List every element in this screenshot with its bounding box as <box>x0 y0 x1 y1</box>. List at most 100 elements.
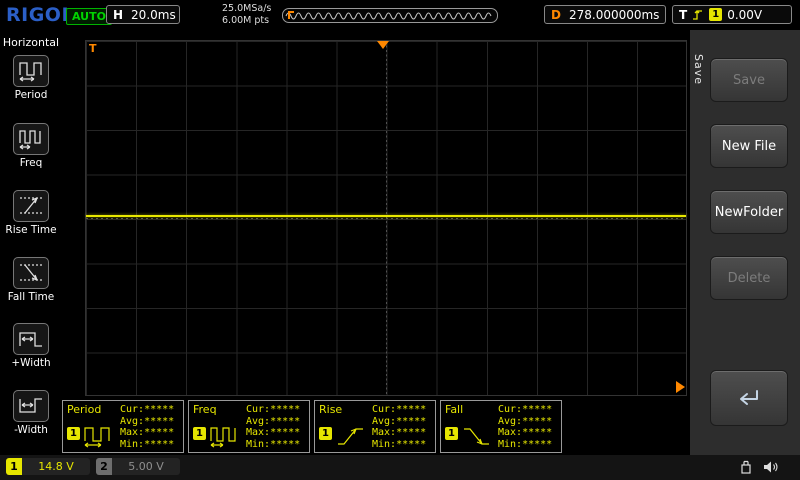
menu-item-plus-width[interactable]: +Width <box>0 323 62 369</box>
period-icon <box>13 55 49 87</box>
rise-wave-icon <box>335 423 369 453</box>
menu-item-label: Period <box>14 89 48 101</box>
preview-trigger-marker-icon <box>288 11 294 19</box>
menu-tab-save: Save <box>692 54 705 86</box>
sample-rate: 25.0MSa/s <box>222 3 272 14</box>
measurement-name: Freq <box>193 403 217 416</box>
menu-item-label: Fall Time <box>7 291 55 303</box>
stat-cur: Cur:***** <box>498 404 553 415</box>
stat-max: Max:***** <box>120 427 175 438</box>
menu-item-freq[interactable]: Freq <box>0 123 62 169</box>
stat-avg: Avg:***** <box>120 415 175 427</box>
channel2-number: 2 <box>96 458 112 475</box>
trigger-box[interactable]: T 1 0.00V <box>672 5 792 24</box>
rise-time-icon <box>13 190 49 222</box>
horizontal-label: H <box>113 7 124 22</box>
plus-width-icon <box>13 323 49 355</box>
timebase-box[interactable]: H 20.0ms <box>106 5 180 24</box>
trigger-level: 0.00V <box>727 7 763 22</box>
channel1-scale: 14.8 V <box>38 460 74 473</box>
fall-time-icon <box>13 257 49 289</box>
left-menu-title: Horizontal <box>2 36 60 49</box>
measurement-stats: Cur:***** Avg:***** Max:***** Min:***** <box>498 404 552 450</box>
status-bar: 1 14.8 V 2 5.00 V <box>0 455 800 480</box>
menu-item-label: +Width <box>11 357 51 369</box>
measurement-channel-badge: 1 <box>445 427 458 440</box>
measurement-channel-badge: 1 <box>67 427 80 440</box>
measurement-channel-badge: 1 <box>319 427 332 440</box>
menu-item-minus-width[interactable]: -Width <box>0 390 62 436</box>
back-button[interactable] <box>710 370 788 426</box>
delay-offscreen-marker-icon <box>676 381 685 393</box>
measurement-channel-badge: 1 <box>193 427 206 440</box>
rising-edge-icon <box>693 10 703 20</box>
measurement-stats: Cur:***** Avg:***** Max:***** Min:***** <box>246 404 300 450</box>
freq-icon <box>13 123 49 155</box>
measurement-panel-rise[interactable]: Rise 1 Cur:***** Avg:***** Max:***** Min… <box>314 400 436 453</box>
acquisition-info: 25.0MSa/s 6.00M pts <box>222 3 271 27</box>
waveform-preview[interactable] <box>282 8 498 23</box>
menu-item-rise-time[interactable]: Rise Time <box>0 190 62 236</box>
speaker-icon[interactable] <box>762 459 779 475</box>
fall-wave-icon <box>461 423 495 453</box>
trigger-label: T <box>679 7 688 22</box>
graticule[interactable]: T <box>85 40 687 396</box>
delay-value: 278.000000ms <box>568 7 660 22</box>
oscilloscope-screen: RIGOL AUTO H 20.0ms 25.0MSa/s 6.00M pts … <box>0 0 800 480</box>
trigger-level-marker: T <box>89 42 97 55</box>
rigol-logo: RIGOL <box>6 4 75 26</box>
stat-max: Max:***** <box>498 427 553 438</box>
stat-avg: Avg:***** <box>372 415 427 427</box>
stat-cur: Cur:***** <box>372 404 427 415</box>
new-file-button[interactable]: New File <box>710 124 788 168</box>
stat-max: Max:***** <box>246 427 301 438</box>
measurement-panel-freq[interactable]: Freq 1 Cur:***** Avg:***** Max:***** Min… <box>188 400 310 453</box>
menu-item-period[interactable]: Period <box>0 55 62 101</box>
usb-icon <box>741 460 751 474</box>
left-menu: Horizontal Period Freq Rise Time Fall Ti… <box>0 30 62 455</box>
delay-label: D <box>551 7 561 22</box>
memory-depth: 6.00M pts <box>222 15 270 26</box>
channel1-number: 1 <box>6 458 22 475</box>
measurement-panel-period[interactable]: Period 1 Cur:***** Avg:***** Max:***** M… <box>62 400 184 453</box>
center-horizontal-axis <box>86 218 686 219</box>
stat-avg: Avg:***** <box>498 415 553 427</box>
measurement-name: Rise <box>319 403 343 416</box>
stat-min: Min:***** <box>498 438 553 450</box>
save-button[interactable]: Save <box>710 58 788 102</box>
return-arrow-icon <box>740 390 758 405</box>
freq-wave-icon <box>209 423 243 453</box>
stat-avg: Avg:***** <box>246 415 301 427</box>
menu-item-label: Rise Time <box>5 224 57 236</box>
channel2-scale: 5.00 V <box>128 460 164 473</box>
right-menu-panel: Save Save New File NewFolder Delete <box>690 30 800 455</box>
channel2-chip[interactable]: 2 5.00 V <box>96 458 180 475</box>
trigger-position-marker-icon[interactable] <box>377 41 389 49</box>
stat-min: Min:***** <box>246 438 301 450</box>
channel1-chip[interactable]: 1 14.8 V <box>6 458 90 475</box>
measurement-name: Period <box>67 403 102 416</box>
measurement-stats: Cur:***** Avg:***** Max:***** Min:***** <box>120 404 174 450</box>
menu-item-fall-time[interactable]: Fall Time <box>0 257 62 303</box>
measurement-row: Period 1 Cur:***** Avg:***** Max:***** M… <box>62 400 562 453</box>
timebase-value: 20.0ms <box>131 7 176 22</box>
measurement-panel-fall[interactable]: Fall 1 Cur:***** Avg:***** Max:***** Min… <box>440 400 562 453</box>
minus-width-icon <box>13 390 49 422</box>
trigger-channel-badge: 1 <box>709 8 723 21</box>
menu-item-label: Freq <box>19 157 43 169</box>
stat-cur: Cur:***** <box>246 404 301 415</box>
stat-min: Min:***** <box>372 438 427 450</box>
delete-button[interactable]: Delete <box>710 256 788 300</box>
stat-min: Min:***** <box>120 438 175 450</box>
stat-cur: Cur:***** <box>120 404 175 415</box>
stat-max: Max:***** <box>372 427 427 438</box>
delay-box[interactable]: D 278.000000ms <box>544 5 666 24</box>
measurement-name: Fall <box>445 403 464 416</box>
top-bar: RIGOL AUTO H 20.0ms 25.0MSa/s 6.00M pts … <box>0 0 800 30</box>
menu-item-label: -Width <box>14 424 48 436</box>
measurement-stats: Cur:***** Avg:***** Max:***** Min:***** <box>372 404 426 450</box>
channel1-trace[interactable] <box>86 215 686 217</box>
preview-wave-icon <box>285 12 492 20</box>
period-wave-icon <box>83 423 117 453</box>
new-folder-button[interactable]: NewFolder <box>710 190 788 234</box>
